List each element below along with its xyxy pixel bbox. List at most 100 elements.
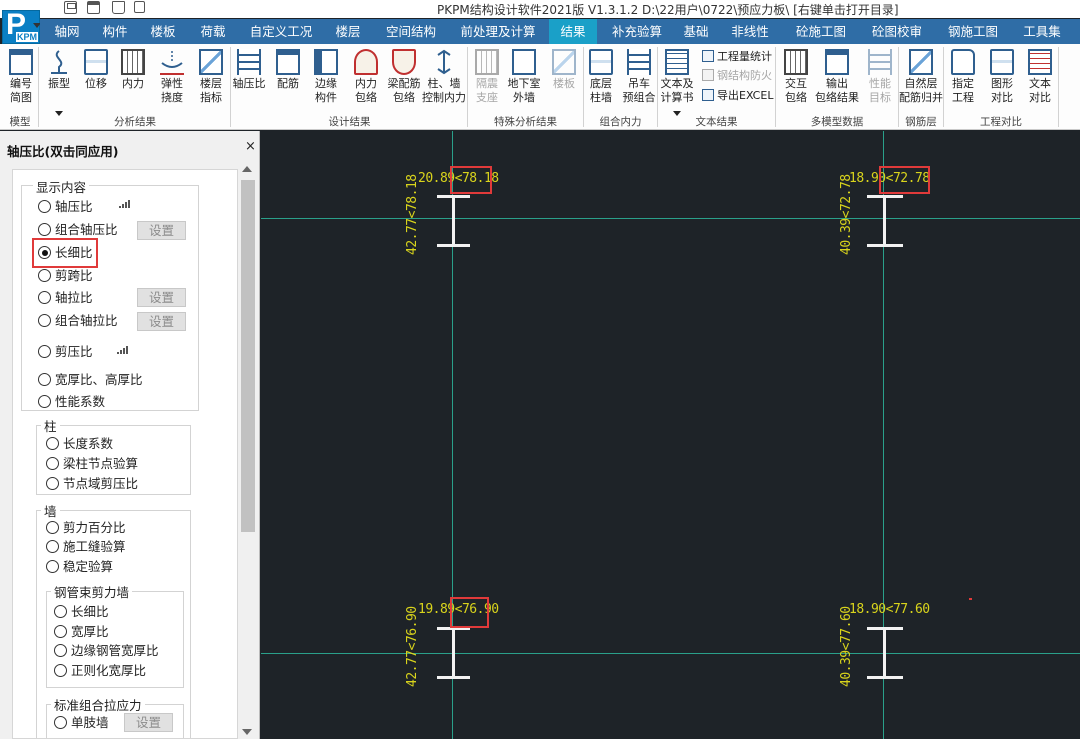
radio-axial-ratio[interactable]: 轴压比 — [38, 197, 93, 217]
tab-concrete-drawing[interactable]: 砼施工图 — [786, 19, 856, 44]
text-calcbook-button[interactable]: 文本及 计算书 — [661, 47, 694, 117]
model-number-button[interactable]: 编号 简图 — [5, 47, 37, 117]
floor-index-button[interactable]: 楼层 指标 — [197, 47, 225, 117]
save-icon[interactable] — [64, 1, 77, 14]
open-icon[interactable] — [112, 1, 125, 14]
model-number-icon — [9, 49, 33, 75]
printer-icon[interactable] — [87, 1, 100, 14]
panel-title: 轴压比(双击同应用) — [7, 144, 119, 159]
panel-scrollbar-thumb[interactable] — [241, 180, 255, 532]
member-top-label: 18.90<77.60 — [849, 602, 930, 617]
logo-text: KPM — [16, 32, 38, 42]
radio-width-thickness-ratio[interactable]: 宽厚比、高厚比 — [38, 370, 143, 390]
crane-precombination-button[interactable]: 吊车 预组合 — [623, 47, 656, 117]
tab-results[interactable]: 结果 — [549, 19, 597, 44]
highlight-box — [32, 238, 98, 268]
specify-project-button[interactable]: 指定 工程 — [949, 47, 977, 117]
natural-floor-merge-button[interactable]: 自然层 配筋归并 — [899, 47, 943, 117]
slab-button[interactable]: 楼板 — [550, 47, 578, 117]
elastic-deflection-button[interactable]: 弹性 挠度 — [158, 47, 186, 117]
radio-combined-axial-tension-ratio[interactable]: 组合轴拉比 — [38, 311, 118, 331]
member-side-label: 40.39<72.78 — [839, 174, 854, 255]
base-column-wall-button[interactable]: 底层 柱墙 — [587, 47, 615, 117]
radio-stability-check[interactable]: 稳定验算 — [46, 557, 113, 577]
radio-normalized-width-thickness[interactable]: 正则化宽厚比 — [54, 661, 146, 681]
radio-shear-percentage[interactable]: 剪力百分比 — [46, 518, 126, 538]
export-excel-button[interactable]: 导出EXCEL — [702, 86, 773, 105]
text-compare-icon — [1028, 49, 1052, 75]
natural-floor-merge-icon — [909, 49, 933, 75]
tab-nonlinear[interactable]: 非线性 — [722, 19, 778, 44]
group-label-special-analysis: 特殊分析结果 — [494, 116, 557, 128]
tab-foundation[interactable]: 基础 — [676, 19, 716, 44]
basement-wall-button[interactable]: 地下室 外墙 — [508, 47, 541, 117]
quantity-statistics-button[interactable]: 工程量统计 — [702, 47, 772, 66]
group-label-multi-model: 多模型数据 — [810, 116, 864, 128]
tab-axis-grid[interactable]: 轴网 — [45, 19, 89, 44]
tab-slab[interactable]: 楼板 — [141, 19, 185, 44]
tab-custom-case[interactable]: 自定义工况 — [240, 19, 322, 44]
tab-load[interactable]: 荷载 — [191, 19, 235, 44]
axial-compression-ratio-button[interactable]: 轴压比 — [233, 47, 266, 117]
group-label-design-results: 设计结果 — [328, 116, 371, 128]
scroll-up-icon[interactable] — [242, 166, 252, 172]
scroll-down-icon[interactable] — [242, 729, 252, 735]
tab-floor[interactable]: 楼层 — [326, 19, 370, 44]
beam-reinforcement-envelope-button[interactable]: 梁配筋 包络 — [388, 47, 421, 117]
quantity-statistics-icon — [702, 50, 714, 62]
output-envelope-button[interactable]: 输出 包络结果 — [815, 47, 859, 117]
tab-concrete-review[interactable]: 砼图校审 — [862, 19, 932, 44]
vibration-mode-button[interactable]: 振型 — [45, 47, 73, 117]
isolation-bearing-button[interactable]: 隔震 支座 — [473, 47, 501, 117]
close-icon[interactable]: × — [245, 139, 256, 154]
edge-member-button[interactable]: 边缘 构件 — [312, 47, 340, 117]
title-bar: PKPM结构设计软件2021版 V1.3.1.2 D:\22用户\0722\预应… — [0, 0, 1080, 18]
member-side-label: 42.77<76.90 — [405, 606, 420, 687]
radio-single-limb-wall[interactable]: 单肢墙 — [54, 713, 109, 733]
radio-shear-compression-ratio[interactable]: 剪压比 — [38, 342, 93, 362]
signal-icon[interactable] — [117, 346, 130, 354]
radio-edge-tube-width-thickness[interactable]: 边缘钢管宽厚比 — [54, 641, 159, 661]
tab-steel-drawing[interactable]: 钢施工图 — [938, 19, 1008, 44]
single-limb-wall-settings-button[interactable]: 设置 — [124, 713, 173, 732]
displacement-button[interactable]: 位移 — [82, 47, 110, 117]
tab-member[interactable]: 构件 — [93, 19, 137, 44]
combined-axial-ratio-settings-button[interactable]: 设置 — [137, 221, 186, 240]
radio-shear-span-ratio[interactable]: 剪跨比 — [38, 266, 93, 286]
tab-supplementary-check[interactable]: 补充验算 — [602, 19, 672, 44]
performance-target-button[interactable]: 性能 目标 — [866, 47, 894, 117]
ribbon: 编号 简图 模型 振型 位移 内力 弹性 挠度 楼层 指标 分析结果 轴压比 配… — [0, 44, 1080, 130]
radio-performance-coefficient[interactable]: 性能系数 — [38, 392, 105, 412]
internal-force-button[interactable]: 内力 — [119, 47, 147, 117]
radio-beam-column-joint-check[interactable]: 梁柱节点验算 — [46, 454, 138, 474]
tab-toolset[interactable]: 工具集 — [1014, 19, 1070, 44]
radio-axial-tension-ratio[interactable]: 轴拉比 — [38, 288, 93, 308]
file-icon[interactable] — [134, 1, 145, 13]
tab-space-structure[interactable]: 空间结构 — [376, 19, 446, 44]
radio-joint-shear-compression[interactable]: 节点域剪压比 — [46, 474, 138, 494]
radio-construction-joint-check[interactable]: 施工缝验算 — [46, 537, 126, 557]
axial-ratio-panel: 轴压比(双击同应用) × 显示内容 轴压比 组合轴压比 设置 长细比 剪跨比 轴… — [0, 131, 260, 739]
text-compare-button[interactable]: 文本 对比 — [1026, 47, 1054, 117]
text-calcbook-icon — [665, 49, 689, 75]
signal-icon[interactable] — [119, 200, 132, 208]
tab-preprocess-calc[interactable]: 前处理及计算 — [450, 19, 546, 44]
export-excel-icon — [702, 89, 714, 101]
axial-tension-ratio-settings-button[interactable]: 设置 — [137, 288, 186, 307]
combined-axial-tension-ratio-settings-button[interactable]: 设置 — [137, 312, 186, 331]
force-envelope-icon — [354, 49, 378, 75]
reinforcement-button[interactable]: 配筋 — [274, 47, 302, 117]
interactive-envelope-button[interactable]: 交互 包络 — [782, 47, 810, 117]
graphic-compare-button[interactable]: 图形 对比 — [988, 47, 1016, 117]
column-wall-control-force-button[interactable]: 柱、墙 控制内力 — [422, 47, 466, 117]
radio-tube-width-thickness[interactable]: 宽厚比 — [54, 622, 109, 642]
internal-force-icon — [121, 49, 145, 75]
reinforcement-icon — [276, 49, 300, 75]
radio-combined-axial-ratio[interactable]: 组合轴压比 — [38, 220, 118, 240]
elastic-deflection-icon — [160, 49, 184, 75]
radio-length-coefficient[interactable]: 长度系数 — [46, 434, 113, 454]
force-envelope-button[interactable]: 内力 包络 — [352, 47, 380, 117]
steel-fireproof-button[interactable]: 钢结构防火 — [702, 66, 772, 85]
radio-tube-slenderness[interactable]: 长细比 — [54, 602, 109, 622]
drawing-canvas[interactable]: 20.89<78.18 42.77<78.18 18.90<72.78 40.3… — [261, 131, 1080, 739]
